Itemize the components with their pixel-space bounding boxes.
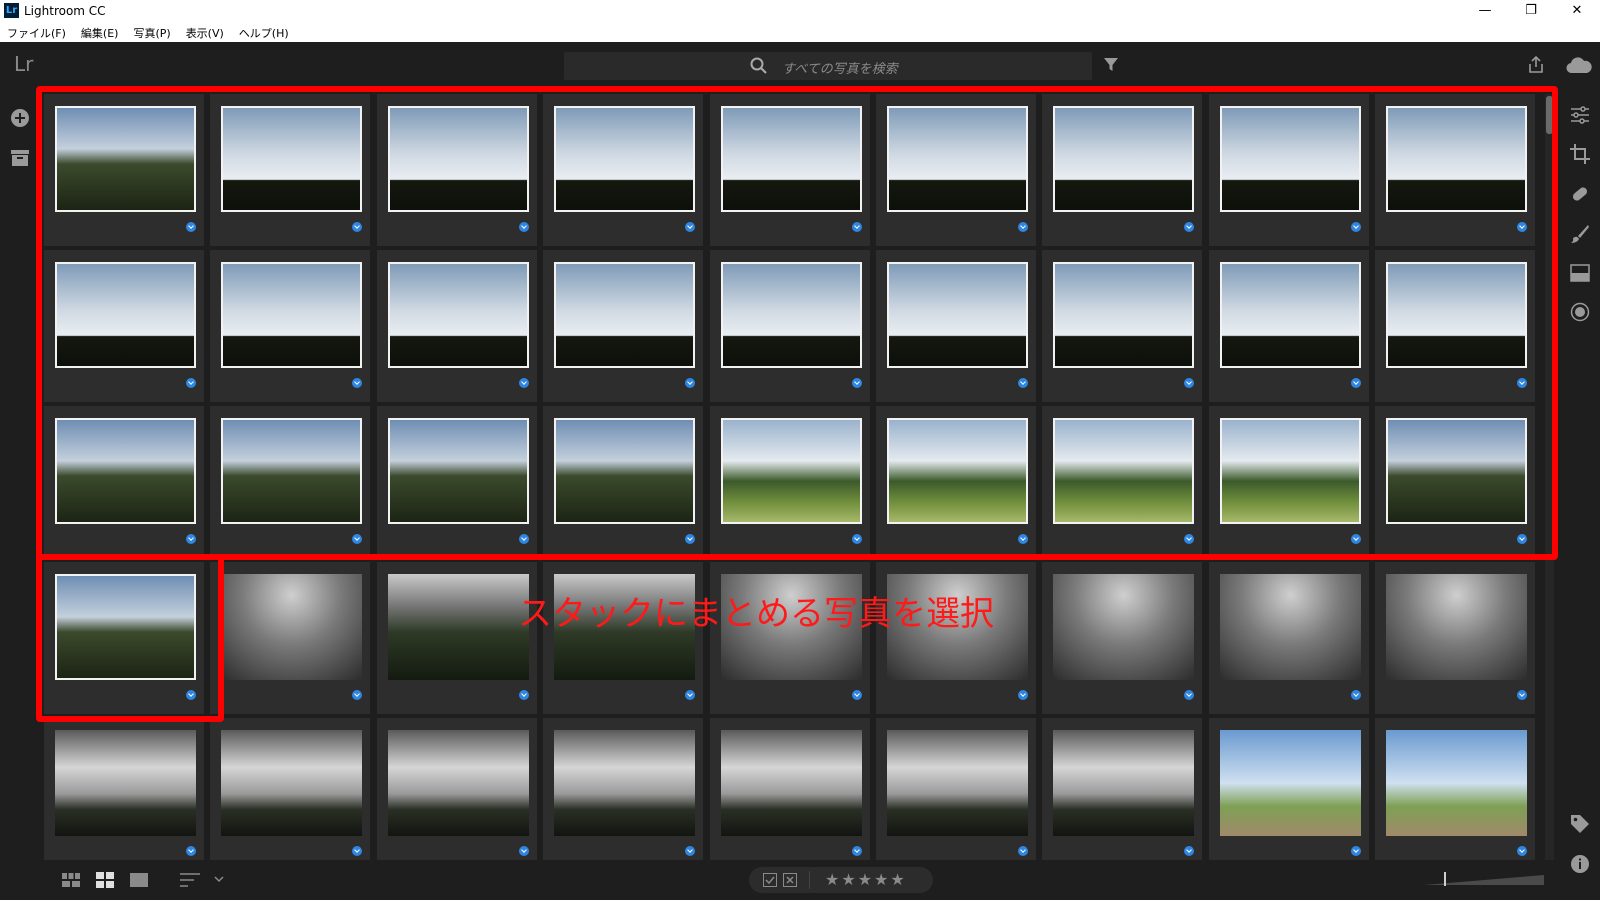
search-box[interactable]: すべての写真を検索 xyxy=(564,52,1092,80)
left-panel-strip xyxy=(0,86,40,900)
maximize-button[interactable]: ❐ xyxy=(1508,0,1554,22)
add-photos-icon[interactable] xyxy=(10,108,30,128)
library-icon[interactable] xyxy=(11,150,29,166)
info-icon[interactable] xyxy=(1570,854,1590,874)
bottom-toolbar: ★★★★★ xyxy=(44,860,1554,900)
badge-menu-icon[interactable] xyxy=(186,846,196,856)
photo-cell[interactable] xyxy=(210,718,370,860)
badge-menu-icon[interactable] xyxy=(1517,690,1527,700)
badge-menu-icon[interactable] xyxy=(1184,690,1194,700)
photo-thumbnail[interactable] xyxy=(721,730,862,836)
photo-thumbnail[interactable] xyxy=(1220,730,1361,836)
photo-cell[interactable] xyxy=(876,718,1036,860)
photo-thumbnail[interactable] xyxy=(55,730,196,836)
right-panel-strip xyxy=(1554,86,1600,900)
sort-icon[interactable] xyxy=(180,873,202,887)
selection-annotation-notch xyxy=(36,554,224,722)
title-bar: Lr Lightroom CC — ❐ ✕ xyxy=(0,0,1600,22)
photo-thumbnail[interactable] xyxy=(1053,730,1194,836)
badge-menu-icon[interactable] xyxy=(1018,846,1028,856)
photo-cell[interactable] xyxy=(1375,718,1535,860)
photo-thumbnail[interactable] xyxy=(1386,730,1527,836)
photo-thumbnail[interactable] xyxy=(221,574,362,680)
photo-cell[interactable] xyxy=(876,562,1036,714)
search-input[interactable]: すべての写真を検索 xyxy=(782,58,898,77)
badge-menu-icon[interactable] xyxy=(519,846,529,856)
menu-file[interactable]: ファイル(F) xyxy=(0,22,74,42)
detail-view-icon[interactable] xyxy=(130,873,148,887)
tag-icon[interactable] xyxy=(1570,814,1590,834)
photo-thumbnail[interactable] xyxy=(1220,574,1361,680)
share-icon[interactable] xyxy=(1528,56,1544,74)
photo-cell[interactable] xyxy=(710,562,870,714)
photo-cell[interactable] xyxy=(377,718,537,860)
thumbnail-size-slider[interactable] xyxy=(1424,872,1544,886)
badge-menu-icon[interactable] xyxy=(852,690,862,700)
search-icon xyxy=(750,57,767,74)
photo-thumbnail[interactable] xyxy=(221,730,362,836)
photo-thumbnail[interactable] xyxy=(1386,574,1527,680)
photo-thumbnail[interactable] xyxy=(388,574,529,680)
cloud-sync-icon[interactable] xyxy=(1566,56,1592,74)
photo-thumbnail[interactable] xyxy=(388,730,529,836)
minimize-button[interactable]: — xyxy=(1462,0,1508,22)
pick-flag-icon[interactable] xyxy=(763,873,777,887)
square-grid-view-icon[interactable] xyxy=(62,873,80,887)
photo-thumbnail[interactable] xyxy=(554,730,695,836)
photo-cell[interactable] xyxy=(1209,562,1369,714)
window-title: Lightroom CC xyxy=(24,4,106,18)
lightroom-app-icon: Lr xyxy=(4,3,19,18)
photo-cell[interactable] xyxy=(1209,718,1369,860)
photo-cell[interactable] xyxy=(543,562,703,714)
badge-menu-icon[interactable] xyxy=(1184,846,1194,856)
badge-menu-icon[interactable] xyxy=(352,846,362,856)
annotation-caption: スタックにまとめる写真を選択 xyxy=(518,594,994,634)
healing-bandage-icon[interactable] xyxy=(1570,184,1590,204)
brush-icon[interactable] xyxy=(1570,224,1590,244)
chevron-down-icon[interactable] xyxy=(214,876,224,883)
menu-photo[interactable]: 写真(P) xyxy=(126,22,178,42)
edit-sliders-icon[interactable] xyxy=(1570,106,1590,124)
photo-cell[interactable] xyxy=(44,718,204,860)
badge-menu-icon[interactable] xyxy=(685,690,695,700)
badge-menu-icon[interactable] xyxy=(1517,846,1527,856)
badge-menu-icon[interactable] xyxy=(685,846,695,856)
photo-cell[interactable] xyxy=(543,718,703,860)
badge-menu-icon[interactable] xyxy=(852,846,862,856)
photo-cell[interactable] xyxy=(1042,718,1202,860)
badge-menu-icon[interactable] xyxy=(1351,846,1361,856)
lr-logo[interactable]: Lr xyxy=(14,52,33,76)
badge-menu-icon[interactable] xyxy=(1351,690,1361,700)
badge-menu-icon[interactable] xyxy=(352,690,362,700)
photo-cell[interactable] xyxy=(1375,562,1535,714)
photo-cell[interactable] xyxy=(1042,562,1202,714)
top-toolbar: Lr すべての写真を検索 xyxy=(0,42,1600,86)
reject-flag-icon[interactable] xyxy=(783,873,797,887)
crop-icon[interactable] xyxy=(1570,144,1590,164)
photo-cell[interactable] xyxy=(210,562,370,714)
badge-menu-icon[interactable] xyxy=(519,690,529,700)
photo-cell[interactable] xyxy=(710,718,870,860)
photo-thumbnail[interactable] xyxy=(887,730,1028,836)
star-rating[interactable]: ★★★★★ xyxy=(825,870,907,889)
photo-cell[interactable] xyxy=(377,562,537,714)
photo-grid-view-icon[interactable] xyxy=(96,872,114,888)
close-button[interactable]: ✕ xyxy=(1554,0,1600,22)
radial-gradient-icon[interactable] xyxy=(1570,302,1590,322)
selection-annotation-frame xyxy=(36,86,1558,560)
photo-thumbnail[interactable] xyxy=(1053,574,1194,680)
linear-gradient-icon[interactable] xyxy=(1570,264,1590,282)
menu-view[interactable]: 表示(V) xyxy=(179,22,232,42)
segment-divider xyxy=(809,871,810,889)
menu-bar: ファイル(F) 編集(E) 写真(P) 表示(V) ヘルプ(H) xyxy=(0,22,1600,42)
menu-help[interactable]: ヘルプ(H) xyxy=(232,22,297,42)
menu-edit[interactable]: 編集(E) xyxy=(74,22,127,42)
filter-icon[interactable] xyxy=(1104,58,1118,72)
rating-flag-control: ★★★★★ xyxy=(749,867,933,893)
badge-menu-icon[interactable] xyxy=(1018,690,1028,700)
